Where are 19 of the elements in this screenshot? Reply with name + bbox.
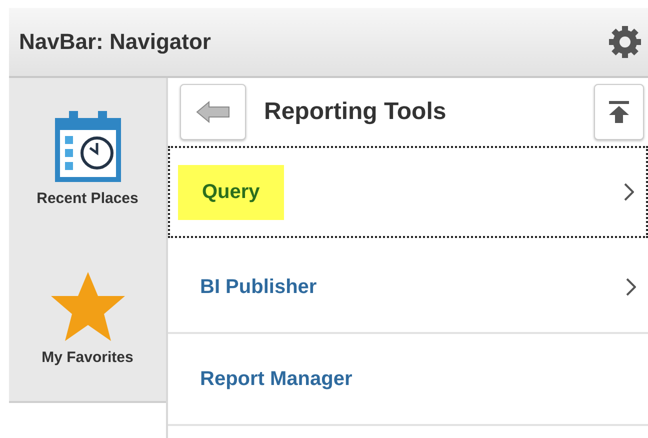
sidebar-label: Recent Places [36, 190, 138, 206]
sidebar-item[interactable]: Recent Places [9, 78, 166, 238]
back-button[interactable] [180, 84, 246, 140]
menu-item[interactable]: Query [168, 146, 648, 238]
sidebar-item[interactable]: My Favorites [9, 238, 166, 398]
top-button[interactable] [594, 84, 644, 140]
menu-item-label: Report Manager [199, 366, 354, 392]
back-arrow-icon [196, 101, 230, 123]
menu-item[interactable]: BI Publisher [168, 242, 648, 334]
sidebar-label: My Favorites [42, 348, 134, 366]
star-icon [50, 270, 126, 342]
calendar-clock-icon [52, 110, 122, 184]
panel-title: Reporting Tools [264, 98, 448, 126]
menu-item[interactable]: Report Manager [168, 334, 648, 426]
menu-item-label: BI Publisher [199, 274, 318, 300]
navbar-title: NavBar: Navigator [19, 29, 211, 55]
menu-item-label: Query [178, 164, 284, 220]
scroll-top-icon [608, 100, 630, 124]
settings-icon[interactable] [608, 25, 642, 59]
